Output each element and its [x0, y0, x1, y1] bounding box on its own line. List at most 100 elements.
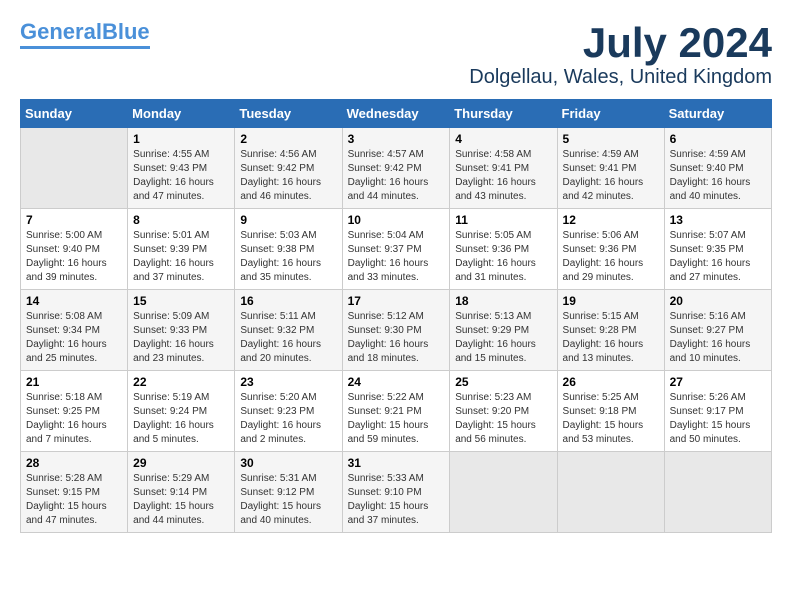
day-detail: Sunrise: 5:12 AM Sunset: 9:30 PM Dayligh… — [348, 310, 445, 366]
day-number: 8 — [133, 213, 229, 227]
calendar-week-1: 1 Sunrise: 4:55 AM Sunset: 9:43 PM Daylig… — [21, 128, 772, 209]
day-detail: Sunrise: 5:11 AM Sunset: 9:32 PM Dayligh… — [240, 310, 336, 366]
calendar-cell: 28Sunrise: 5:28 AM Sunset: 9:15 PM Dayli… — [21, 452, 128, 533]
calendar-cell: 11 Sunrise: 5:05 AM Sunset: 9:36 PM Dayli… — [450, 209, 557, 290]
calendar-cell: 29Sunrise: 5:29 AM Sunset: 9:14 PM Dayli… — [128, 452, 235, 533]
day-detail: Sunrise: 5:15 AM Sunset: 9:28 PM Dayligh… — [563, 310, 659, 366]
day-detail: Sunrise: 4:55 AM Sunset: 9:43 PM Dayligh… — [133, 148, 229, 204]
calendar-cell: 1 Sunrise: 4:55 AM Sunset: 9:43 PM Daylig… — [128, 128, 235, 209]
day-detail: Sunrise: 5:28 AM Sunset: 9:15 PM Dayligh… — [26, 472, 122, 528]
day-detail: Sunrise: 5:13 AM Sunset: 9:29 PM Dayligh… — [455, 310, 551, 366]
calendar-table: SundayMondayTuesdayWednesdayThursdayFrid… — [20, 99, 772, 533]
day-detail: Sunrise: 5:25 AM Sunset: 9:18 PM Dayligh… — [563, 391, 659, 447]
logo: GeneralBlue — [20, 20, 150, 49]
day-detail: Sunrise: 5:09 AM Sunset: 9:33 PM Dayligh… — [133, 310, 229, 366]
calendar-cell: 14 Sunrise: 5:08 AM Sunset: 9:34 PM Dayli… — [21, 290, 128, 371]
day-number: 26 — [563, 375, 659, 389]
day-detail: Sunrise: 4:56 AM Sunset: 9:42 PM Dayligh… — [240, 148, 336, 204]
calendar-cell — [21, 128, 128, 209]
day-number: 4 — [455, 132, 551, 146]
day-detail: Sunrise: 5:04 AM Sunset: 9:37 PM Dayligh… — [348, 229, 445, 285]
logo-underline — [20, 46, 150, 49]
calendar-cell: 22 Sunrise: 5:19 AM Sunset: 9:24 PM Dayli… — [128, 371, 235, 452]
calendar-header-row: SundayMondayTuesdayWednesdayThursdayFrid… — [21, 100, 772, 128]
day-number: 22 — [133, 375, 229, 389]
day-detail: Sunrise: 5:23 AM Sunset: 9:20 PM Dayligh… — [455, 391, 551, 447]
calendar-cell: 31Sunrise: 5:33 AM Sunset: 9:10 PM Dayli… — [342, 452, 450, 533]
day-detail: Sunrise: 5:19 AM Sunset: 9:24 PM Dayligh… — [133, 391, 229, 447]
calendar-cell: 20Sunrise: 5:16 AM Sunset: 9:27 PM Dayli… — [664, 290, 771, 371]
day-detail: Sunrise: 5:00 AM Sunset: 9:40 PM Dayligh… — [26, 229, 122, 285]
header-sunday: Sunday — [21, 100, 128, 128]
header-friday: Friday — [557, 100, 664, 128]
header-wednesday: Wednesday — [342, 100, 450, 128]
calendar-cell: 16 Sunrise: 5:11 AM Sunset: 9:32 PM Dayli… — [235, 290, 342, 371]
calendar-cell: 3 Sunrise: 4:57 AM Sunset: 9:42 PM Daylig… — [342, 128, 450, 209]
day-number: 10 — [348, 213, 445, 227]
day-number: 13 — [670, 213, 766, 227]
calendar-cell: 21Sunrise: 5:18 AM Sunset: 9:25 PM Dayli… — [21, 371, 128, 452]
day-number: 23 — [240, 375, 336, 389]
day-number: 18 — [455, 294, 551, 308]
calendar-cell: 4Sunrise: 4:58 AM Sunset: 9:41 PM Daylig… — [450, 128, 557, 209]
logo-blue: Blue — [102, 19, 150, 44]
calendar-cell: 8Sunrise: 5:01 AM Sunset: 9:39 PM Daylig… — [128, 209, 235, 290]
calendar-cell: 19 Sunrise: 5:15 AM Sunset: 9:28 PM Dayli… — [557, 290, 664, 371]
day-number: 20 — [670, 294, 766, 308]
day-detail: Sunrise: 5:07 AM Sunset: 9:35 PM Dayligh… — [670, 229, 766, 285]
day-detail: Sunrise: 4:57 AM Sunset: 9:42 PM Dayligh… — [348, 148, 445, 204]
month-year: July 2024 — [469, 20, 772, 66]
calendar-cell: 15 Sunrise: 5:09 AM Sunset: 9:33 PM Dayli… — [128, 290, 235, 371]
calendar-cell — [450, 452, 557, 533]
calendar-cell: 30 Sunrise: 5:31 AM Sunset: 9:12 PM Dayli… — [235, 452, 342, 533]
day-detail: Sunrise: 5:05 AM Sunset: 9:36 PM Dayligh… — [455, 229, 551, 285]
day-detail: Sunrise: 5:20 AM Sunset: 9:23 PM Dayligh… — [240, 391, 336, 447]
calendar-week-4: 21Sunrise: 5:18 AM Sunset: 9:25 PM Dayli… — [21, 371, 772, 452]
calendar-week-5: 28Sunrise: 5:28 AM Sunset: 9:15 PM Dayli… — [21, 452, 772, 533]
calendar-cell — [557, 452, 664, 533]
calendar-cell: 23 Sunrise: 5:20 AM Sunset: 9:23 PM Dayli… — [235, 371, 342, 452]
day-number: 12 — [563, 213, 659, 227]
calendar-cell — [664, 452, 771, 533]
day-number: 27 — [670, 375, 766, 389]
day-number: 17 — [348, 294, 445, 308]
header-thursday: Thursday — [450, 100, 557, 128]
location: Dolgellau, Wales, United Kingdom — [469, 66, 772, 89]
calendar-cell: 17 Sunrise: 5:12 AM Sunset: 9:30 PM Dayli… — [342, 290, 450, 371]
day-number: 25 — [455, 375, 551, 389]
day-number: 16 — [240, 294, 336, 308]
calendar-cell: 27 Sunrise: 5:26 AM Sunset: 9:17 PM Dayli… — [664, 371, 771, 452]
day-number: 1 — [133, 132, 229, 146]
day-number: 14 — [26, 294, 122, 308]
calendar-cell: 12 Sunrise: 5:06 AM Sunset: 9:36 PM Dayli… — [557, 209, 664, 290]
day-detail: Sunrise: 5:26 AM Sunset: 9:17 PM Dayligh… — [670, 391, 766, 447]
day-number: 5 — [563, 132, 659, 146]
calendar-week-2: 7Sunrise: 5:00 AM Sunset: 9:40 PM Daylig… — [21, 209, 772, 290]
day-detail: Sunrise: 4:59 AM Sunset: 9:41 PM Dayligh… — [563, 148, 659, 204]
day-number: 30 — [240, 456, 336, 470]
calendar-cell: 10 Sunrise: 5:04 AM Sunset: 9:37 PM Dayli… — [342, 209, 450, 290]
day-detail: Sunrise: 5:08 AM Sunset: 9:34 PM Dayligh… — [26, 310, 122, 366]
day-detail: Sunrise: 5:03 AM Sunset: 9:38 PM Dayligh… — [240, 229, 336, 285]
day-number: 11 — [455, 213, 551, 227]
calendar-cell: 2 Sunrise: 4:56 AM Sunset: 9:42 PM Daylig… — [235, 128, 342, 209]
day-detail: Sunrise: 5:31 AM Sunset: 9:12 PM Dayligh… — [240, 472, 336, 528]
calendar-cell: 13 Sunrise: 5:07 AM Sunset: 9:35 PM Dayli… — [664, 209, 771, 290]
calendar-cell: 5 Sunrise: 4:59 AM Sunset: 9:41 PM Daylig… — [557, 128, 664, 209]
day-number: 2 — [240, 132, 336, 146]
day-number: 15 — [133, 294, 229, 308]
day-number: 29 — [133, 456, 229, 470]
calendar-week-3: 14 Sunrise: 5:08 AM Sunset: 9:34 PM Dayli… — [21, 290, 772, 371]
calendar-cell: 18 Sunrise: 5:13 AM Sunset: 9:29 PM Dayli… — [450, 290, 557, 371]
calendar-cell: 26 Sunrise: 5:25 AM Sunset: 9:18 PM Dayli… — [557, 371, 664, 452]
day-number: 6 — [670, 132, 766, 146]
title-section: July 2024 Dolgellau, Wales, United Kingd… — [469, 20, 772, 89]
day-detail: Sunrise: 5:06 AM Sunset: 9:36 PM Dayligh… — [563, 229, 659, 285]
day-number: 19 — [563, 294, 659, 308]
header-monday: Monday — [128, 100, 235, 128]
calendar-cell: 9Sunrise: 5:03 AM Sunset: 9:38 PM Daylig… — [235, 209, 342, 290]
header-saturday: Saturday — [664, 100, 771, 128]
header: GeneralBlue July 2024 Dolgellau, Wales, … — [20, 20, 772, 89]
day-number: 3 — [348, 132, 445, 146]
calendar-cell: 7Sunrise: 5:00 AM Sunset: 9:40 PM Daylig… — [21, 209, 128, 290]
